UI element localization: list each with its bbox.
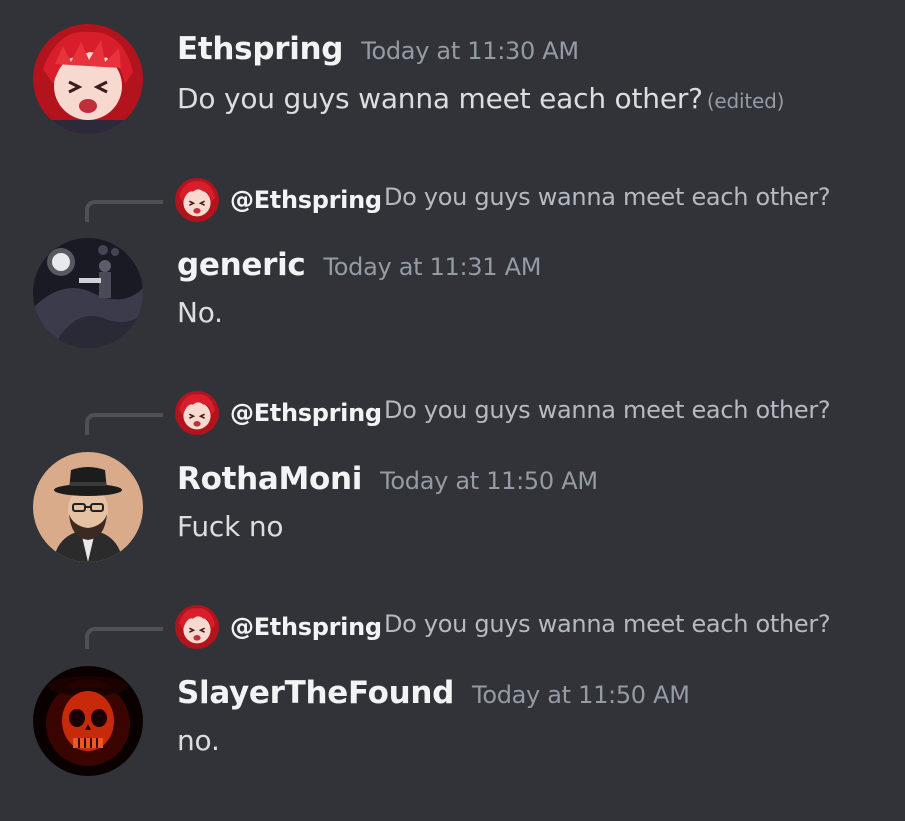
red-hair-anime-avatar-icon [175,605,219,649]
red-hair-anime-avatar-icon [175,391,219,435]
reply-preview-text[interactable]: Do you guys wanna meet each other? [384,183,831,211]
red-hair-anime-avatar-icon [175,178,219,222]
hat-beard-man-avatar-icon[interactable] [33,452,143,562]
message-content: Fuck no [177,510,284,543]
timestamp: Today at 11:50 AM [380,467,598,495]
username-text[interactable]: Ethspring [177,31,343,67]
reply-preview[interactable]: @Ethspring Do you guys wanna meet each o… [0,178,905,222]
message-text: Fuck no [177,510,284,543]
message-content: No. [177,296,223,329]
reply-spine [85,413,163,435]
message-text: no. [177,724,220,757]
reply-mention[interactable]: @Ethspring [230,613,382,641]
username-text[interactable]: generic [177,247,306,283]
reply-spine [85,627,163,649]
timestamp: Today at 11:31 AM [323,253,542,281]
reply-spine [85,200,163,222]
message-content: no. [177,724,220,757]
message-text: No. [177,296,223,329]
reply-mention[interactable]: @Ethspring [230,186,382,214]
reply-preview-text[interactable]: Do you guys wanna meet each other? [384,396,831,424]
message-content: Do you guys wanna meet each other? (edite… [177,82,784,115]
reply-mention[interactable]: @Ethspring [230,399,382,427]
timestamp: Today at 11:50 AM [472,681,690,709]
edited-label: (edited) [706,89,785,113]
red-hair-anime-avatar-icon[interactable] [33,24,143,134]
username[interactable]: Ethspring Today at 11:30 AM [177,31,579,67]
red-skull-avatar-icon[interactable] [33,666,143,776]
username[interactable]: RothaMoni Today at 11:50 AM [177,461,598,497]
reply-preview[interactable]: @Ethspring Do you guys wanna meet each o… [0,391,905,435]
username-text[interactable]: SlayerTheFound [177,675,454,711]
username[interactable]: SlayerTheFound Today at 11:50 AM [177,675,690,711]
timestamp: Today at 11:30 AM [361,37,579,65]
reply-preview-text[interactable]: Do you guys wanna meet each other? [384,610,831,638]
username-text[interactable]: RothaMoni [177,461,362,497]
username[interactable]: generic Today at 11:31 AM [177,247,541,283]
reply-preview[interactable]: @Ethspring Do you guys wanna meet each o… [0,605,905,649]
dark-figure-avatar-icon[interactable] [33,238,143,348]
message-text: Do you guys wanna meet each other? [177,82,703,115]
